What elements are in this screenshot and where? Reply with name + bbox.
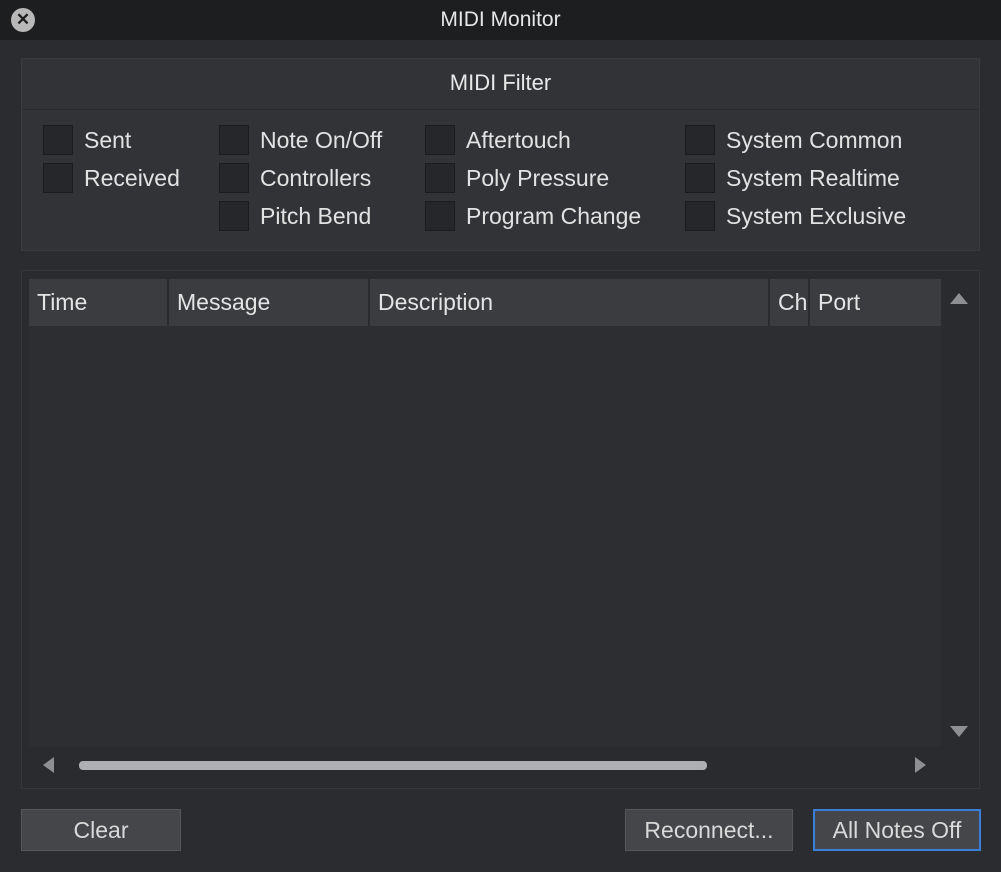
horizontal-scroll-thumb[interactable] — [79, 761, 707, 770]
midi-filter-panel: MIDI Filter Sent Received Note On/Off Co… — [21, 58, 980, 251]
note-on-off-checkbox[interactable] — [219, 125, 249, 155]
column-header-channel[interactable]: Ch — [770, 279, 810, 326]
filter-note-on-off[interactable]: Note On/Off — [219, 121, 382, 159]
pitch-bend-label: Pitch Bend — [260, 202, 372, 229]
system-common-label: System Common — [726, 126, 903, 153]
filter-system-exclusive[interactable]: System Exclusive — [685, 197, 906, 235]
title-bar: ✕ MIDI Monitor — [0, 0, 1001, 40]
system-realtime-checkbox[interactable] — [685, 163, 715, 193]
filter-pitch-bend[interactable]: Pitch Bend — [219, 197, 382, 235]
midi-monitor-window: ✕ MIDI Monitor MIDI Filter Sent Received… — [0, 0, 1001, 872]
program-change-label: Program Change — [466, 202, 642, 229]
clear-button[interactable]: Clear — [21, 809, 181, 851]
poly-pressure-checkbox[interactable] — [425, 163, 455, 193]
filter-column-system: System Common System Realtime System Exc… — [685, 121, 906, 235]
horizontal-scrollbar[interactable] — [29, 749, 941, 781]
program-change-checkbox[interactable] — [425, 201, 455, 231]
filter-column-direction: Sent Received — [43, 121, 180, 197]
filter-controllers[interactable]: Controllers — [219, 159, 382, 197]
note-on-off-label: Note On/Off — [260, 126, 383, 153]
poly-pressure-label: Poly Pressure — [466, 164, 610, 191]
chevron-right-icon[interactable] — [915, 757, 926, 773]
controllers-checkbox[interactable] — [219, 163, 249, 193]
system-exclusive-checkbox[interactable] — [685, 201, 715, 231]
filter-aftertouch[interactable]: Aftertouch — [425, 121, 641, 159]
filter-column-pressure: Aftertouch Poly Pressure Program Change — [425, 121, 641, 235]
table-header: Time Message Description Ch Port — [29, 279, 941, 326]
message-list[interactable] — [29, 326, 941, 746]
vertical-scrollbar[interactable] — [942, 279, 974, 745]
system-exclusive-label: System Exclusive — [726, 202, 907, 229]
filter-column-channel: Note On/Off Controllers Pitch Bend — [219, 121, 382, 235]
system-realtime-label: System Realtime — [726, 164, 900, 191]
column-header-time[interactable]: Time — [29, 279, 169, 326]
sent-label: Sent — [84, 126, 132, 153]
aftertouch-label: Aftertouch — [466, 126, 571, 153]
reconnect-button[interactable]: Reconnect... — [625, 809, 793, 851]
chevron-down-icon[interactable] — [950, 726, 968, 737]
filter-system-realtime[interactable]: System Realtime — [685, 159, 906, 197]
sent-checkbox[interactable] — [43, 125, 73, 155]
system-common-checkbox[interactable] — [685, 125, 715, 155]
filter-poly-pressure[interactable]: Poly Pressure — [425, 159, 641, 197]
column-header-message[interactable]: Message — [169, 279, 370, 326]
filter-system-common[interactable]: System Common — [685, 121, 906, 159]
all-notes-off-button[interactable]: All Notes Off — [813, 809, 981, 851]
chevron-up-icon[interactable] — [950, 293, 968, 304]
pitch-bend-checkbox[interactable] — [219, 201, 249, 231]
chevron-left-icon[interactable] — [43, 757, 54, 773]
aftertouch-checkbox[interactable] — [425, 125, 455, 155]
filter-received[interactable]: Received — [43, 159, 180, 197]
controllers-label: Controllers — [260, 164, 372, 191]
filter-sent[interactable]: Sent — [43, 121, 180, 159]
filter-program-change[interactable]: Program Change — [425, 197, 641, 235]
message-table-panel: Time Message Description Ch Port — [21, 270, 980, 789]
column-header-description[interactable]: Description — [370, 279, 770, 326]
received-label: Received — [84, 164, 180, 191]
window-title: MIDI Monitor — [440, 8, 561, 31]
received-checkbox[interactable] — [43, 163, 73, 193]
column-header-port[interactable]: Port — [810, 279, 941, 326]
filter-title: MIDI Filter — [22, 59, 979, 110]
